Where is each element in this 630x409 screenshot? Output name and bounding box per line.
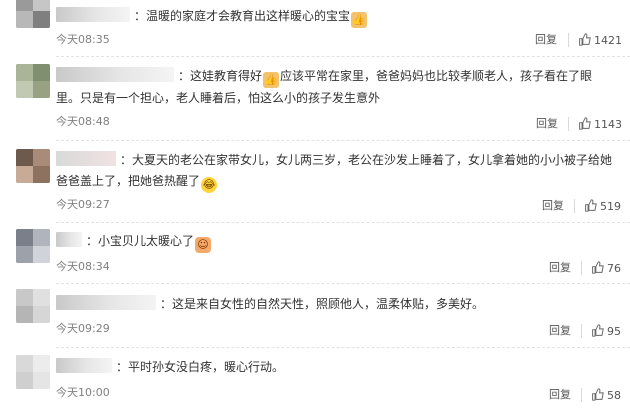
avatar[interactable] — [16, 355, 50, 389]
comment-divider — [56, 347, 630, 349]
thumbs-up-outline-icon — [592, 261, 604, 274]
thumbs-up-emoji: 👍 — [351, 12, 368, 28]
thumbs-up-outline-icon — [592, 388, 604, 401]
comment-text: ：小宝贝儿太暖心了 — [86, 234, 195, 248]
divider-vertical — [581, 261, 582, 275]
thumbs-up-outline-icon — [592, 324, 604, 337]
timestamp: 今天08:35 — [56, 33, 110, 46]
comment-body: ：这是来自女性的自然天性，照顾他人，温柔体贴，多美好。 — [56, 294, 612, 315]
comment-text: ：这娃教育得好 — [178, 69, 263, 83]
like-count: 76 — [607, 262, 621, 275]
like-count: 1143 — [594, 118, 622, 131]
like-button[interactable]: 58 — [591, 388, 621, 403]
reply-button[interactable]: 回复 — [536, 117, 558, 131]
timestamp: 今天10:00 — [56, 386, 110, 399]
avatar[interactable] — [16, 229, 50, 263]
laughing-emoji: 😂 — [201, 177, 218, 193]
username-blurred[interactable] — [56, 151, 116, 166]
reply-button[interactable]: 回复 — [549, 388, 571, 402]
thumbs-up-emoji: 👍 — [263, 72, 280, 88]
like-count: 58 — [607, 389, 621, 402]
like-button[interactable]: 519 — [584, 199, 621, 214]
timestamp: 今天09:27 — [56, 198, 110, 211]
username-blurred[interactable] — [56, 232, 82, 247]
comment-text: ：大夏天的老公在家带女儿，女儿两三岁，老公在沙发上睡着了，女儿拿着她的小小被子给… — [56, 153, 613, 188]
like-count: 1421 — [594, 34, 622, 47]
username-blurred[interactable] — [56, 67, 174, 82]
thumbs-up-outline-icon — [579, 33, 591, 46]
divider-vertical — [581, 324, 582, 338]
timestamp: 今天09:29 — [56, 322, 110, 335]
comment-body: ：平时孙女没白疼，暖心行动。 — [56, 357, 612, 378]
username-blurred[interactable] — [56, 295, 156, 310]
comment-divider — [56, 56, 630, 58]
comment-divider — [56, 222, 630, 224]
comment-body: ：小宝贝儿太暖心了 ☺ — [56, 231, 612, 253]
like-button[interactable]: 76 — [591, 261, 621, 276]
avatar[interactable] — [16, 289, 50, 323]
comment-divider — [56, 283, 630, 285]
divider-vertical — [581, 388, 582, 402]
avatar[interactable] — [16, 149, 50, 183]
comment-text: ：温暖的家庭才会教育出这样暖心的宝宝 — [134, 9, 351, 23]
username-blurred[interactable] — [56, 358, 112, 373]
username-blurred[interactable] — [56, 7, 130, 22]
thumbs-up-outline-icon — [585, 199, 597, 212]
reply-button[interactable]: 回复 — [549, 261, 571, 275]
like-count: 95 — [607, 325, 621, 338]
comment-body: ：温暖的家庭才会教育出这样暖心的宝宝 👍 — [56, 6, 612, 28]
comment-body: ：大夏天的老公在家带女儿，女儿两三岁，老公在沙发上睡着了，女儿拿着她的小小被子给… — [56, 150, 612, 193]
like-button[interactable]: 1421 — [578, 33, 622, 48]
like-count: 519 — [600, 200, 621, 213]
divider-vertical — [568, 33, 569, 47]
thumbs-up-outline-icon — [579, 117, 591, 130]
comment-divider — [56, 140, 630, 142]
reply-button[interactable]: 回复 — [549, 324, 571, 338]
avatar[interactable] — [16, 0, 50, 28]
divider-vertical — [568, 117, 569, 131]
reply-button[interactable]: 回复 — [535, 33, 557, 47]
reply-button[interactable]: 回复 — [542, 199, 564, 213]
timestamp: 今天08:34 — [56, 260, 110, 273]
like-button[interactable]: 95 — [591, 324, 621, 339]
like-button[interactable]: 1143 — [578, 117, 622, 132]
timestamp: 今天08:48 — [56, 115, 110, 128]
comment-text: ：平时孙女没白疼，暖心行动。 — [116, 360, 285, 374]
comment-text: ：这是来自女性的自然天性，照顾他人，温柔体贴，多美好。 — [160, 297, 485, 311]
comment-body: ：这娃教育得好 👍 应该平常在家里，爸爸妈妈也比较孝顺老人，孩子看在了眼里。只是有一… — [56, 66, 612, 109]
divider-vertical — [574, 199, 575, 213]
avatar[interactable] — [16, 64, 50, 98]
cute-emoji: ☺ — [195, 237, 212, 253]
